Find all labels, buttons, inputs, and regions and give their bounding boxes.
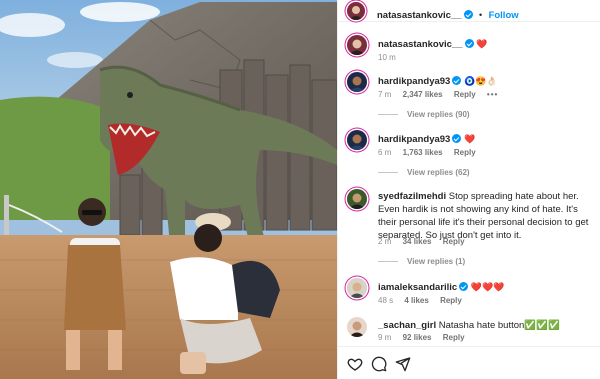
comment-meta: 48 s 4 likes Reply — [378, 296, 471, 305]
verified-badge-icon — [452, 134, 462, 143]
comment-avatar[interactable] — [347, 189, 367, 209]
comment-avatar[interactable] — [347, 130, 367, 150]
comment-username[interactable]: hardikpandya93 — [378, 76, 450, 87]
comment-time[interactable]: 7 m — [378, 90, 391, 99]
post-action-bar — [338, 346, 600, 379]
separator-dot: • — [478, 10, 483, 20]
comment-likes[interactable]: 4 likes — [404, 296, 428, 305]
comment-avatar[interactable] — [347, 278, 367, 298]
comment-username[interactable]: hardikpandya93 — [378, 134, 450, 145]
reply-button[interactable]: Reply — [440, 296, 462, 305]
comment-time[interactable]: 6 m — [378, 148, 391, 157]
more-options-icon[interactable]: ••• — [487, 90, 498, 99]
comment-item: iamaleksandarilic ❤️❤️❤️ 48 s 4 likes Re… — [338, 278, 600, 308]
comment-time[interactable]: 48 s — [378, 296, 393, 305]
view-replies-label: View replies (90) — [407, 110, 470, 119]
view-replies-label: View replies (62) — [407, 168, 470, 177]
comment-avatar[interactable] — [347, 317, 367, 337]
avatar-image — [347, 189, 367, 209]
comment-meta: 2 m 34 likes Reply — [378, 237, 474, 246]
comment-username[interactable]: syedfazilmehdi — [378, 191, 446, 202]
author-username[interactable]: natasastankovic__ — [377, 10, 462, 21]
comment-time[interactable]: 9 m — [378, 333, 391, 342]
comment-likes[interactable]: 34 likes — [403, 237, 432, 246]
caption-body: natasastankovic__ ❤️ — [378, 38, 593, 51]
comment-item: syedfazilmehdi Stop spreading hate about… — [338, 189, 600, 249]
comment-text: ❤️ — [463, 134, 476, 144]
post-header: natasastankovic__ • Follow — [338, 0, 600, 22]
post-photo[interactable] — [0, 0, 337, 379]
comment-body: _sachan_girl Natasha hate button✅✅✅ — [378, 319, 593, 332]
caption-username[interactable]: natasastankovic__ — [378, 39, 463, 50]
photo-dinosaur-park — [0, 0, 337, 379]
comment-text: Natasha hate button✅✅✅ — [438, 320, 560, 331]
comment-username[interactable]: _sachan_girl — [378, 320, 436, 331]
heart-icon[interactable] — [347, 356, 363, 372]
verified-badge-icon — [459, 282, 469, 291]
comment-item: hardikpandya93 ❤️ 6 m 1,763 likes Reply — [338, 130, 600, 160]
comment-meta: 7 m 2,347 likes Reply ••• — [378, 90, 507, 99]
comment-username[interactable]: iamaleksandarilic — [378, 282, 457, 293]
header-author-line: natasastankovic__ • Follow — [377, 5, 519, 23]
comment-body: iamaleksandarilic ❤️❤️❤️ — [378, 281, 593, 294]
avatar-image — [347, 130, 367, 150]
follow-button[interactable]: Follow — [489, 10, 519, 21]
avatar-image — [347, 2, 365, 20]
replies-line — [378, 172, 398, 173]
view-replies-button[interactable]: View replies (62) — [378, 168, 470, 177]
avatar-image — [347, 278, 367, 298]
post-details-panel: natasastankovic__ • Follow natasastankov… — [337, 0, 600, 379]
comment-icon[interactable] — [371, 356, 387, 372]
reply-button[interactable]: Reply — [454, 148, 476, 157]
reply-button[interactable]: Reply — [443, 333, 465, 342]
comment-body: hardikpandya93 ❤️ — [378, 133, 593, 146]
avatar-image — [347, 35, 367, 55]
comment-item: _sachan_girl Natasha hate button✅✅✅ 9 m … — [338, 317, 600, 345]
comment-meta: 9 m 92 likes Reply — [378, 333, 474, 342]
comment-avatar[interactable] — [347, 72, 367, 92]
post-caption: natasastankovic__ ❤️ 10 m — [338, 35, 600, 67]
share-icon[interactable] — [395, 356, 411, 372]
reply-button[interactable]: Reply — [443, 237, 465, 246]
avatar-image — [347, 317, 367, 337]
caption-avatar[interactable] — [347, 35, 367, 55]
view-replies-label: View replies (1) — [407, 257, 466, 266]
caption-text: ❤️ — [476, 39, 488, 49]
comment-text: 🧿😍👌🏻 — [463, 76, 498, 86]
comment-body: syedfazilmehdi Stop spreading hate about… — [378, 190, 593, 242]
caption-time[interactable]: 10 m — [378, 53, 396, 62]
reply-button[interactable]: Reply — [454, 90, 476, 99]
comment-likes[interactable]: 1,763 likes — [403, 148, 443, 157]
comment-meta: 6 m 1,763 likes Reply — [378, 148, 485, 157]
comment-likes[interactable]: 2,347 likes — [403, 90, 443, 99]
comment-text: ❤️❤️❤️ — [470, 282, 505, 292]
verified-badge-icon — [452, 76, 462, 85]
comment-likes[interactable]: 92 likes — [403, 333, 432, 342]
comment-time[interactable]: 2 m — [378, 237, 391, 246]
comment-body: hardikpandya93 🧿😍👌🏻 — [378, 75, 593, 88]
view-replies-button[interactable]: View replies (1) — [378, 257, 465, 266]
replies-line — [378, 261, 398, 262]
replies-line — [378, 114, 398, 115]
verified-badge-icon — [464, 39, 474, 48]
verified-badge-icon — [463, 10, 473, 19]
view-replies-button[interactable]: View replies (90) — [378, 110, 470, 119]
avatar-image — [347, 72, 367, 92]
author-avatar[interactable] — [347, 2, 365, 20]
caption-meta: 10 m — [378, 53, 405, 62]
